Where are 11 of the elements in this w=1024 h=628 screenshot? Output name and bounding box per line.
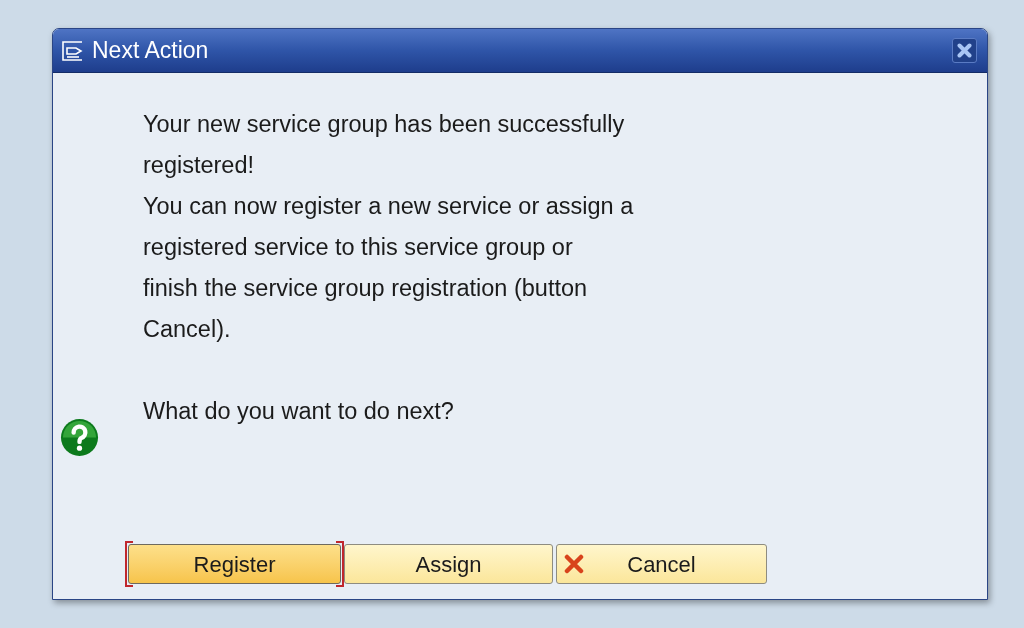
close-icon <box>957 43 972 58</box>
dialog-button[interactable]: Register <box>128 544 341 584</box>
question-mark-icon <box>60 418 99 457</box>
close-button[interactable] <box>952 38 977 63</box>
message-text: You can now register a new service or assign a registered service to this service group or finish the service group registration (button Cancel). <box>143 192 634 344</box>
dialog-button[interactable]: Assign <box>344 544 553 584</box>
dialog-button[interactable]: Cancel <box>556 544 767 584</box>
question-text: What do you want to do next? <box>143 397 455 426</box>
cross-icon <box>564 554 584 574</box>
window-title: Next Action <box>92 39 209 62</box>
message-text: Your new service group has been successfully registered! <box>143 110 626 180</box>
